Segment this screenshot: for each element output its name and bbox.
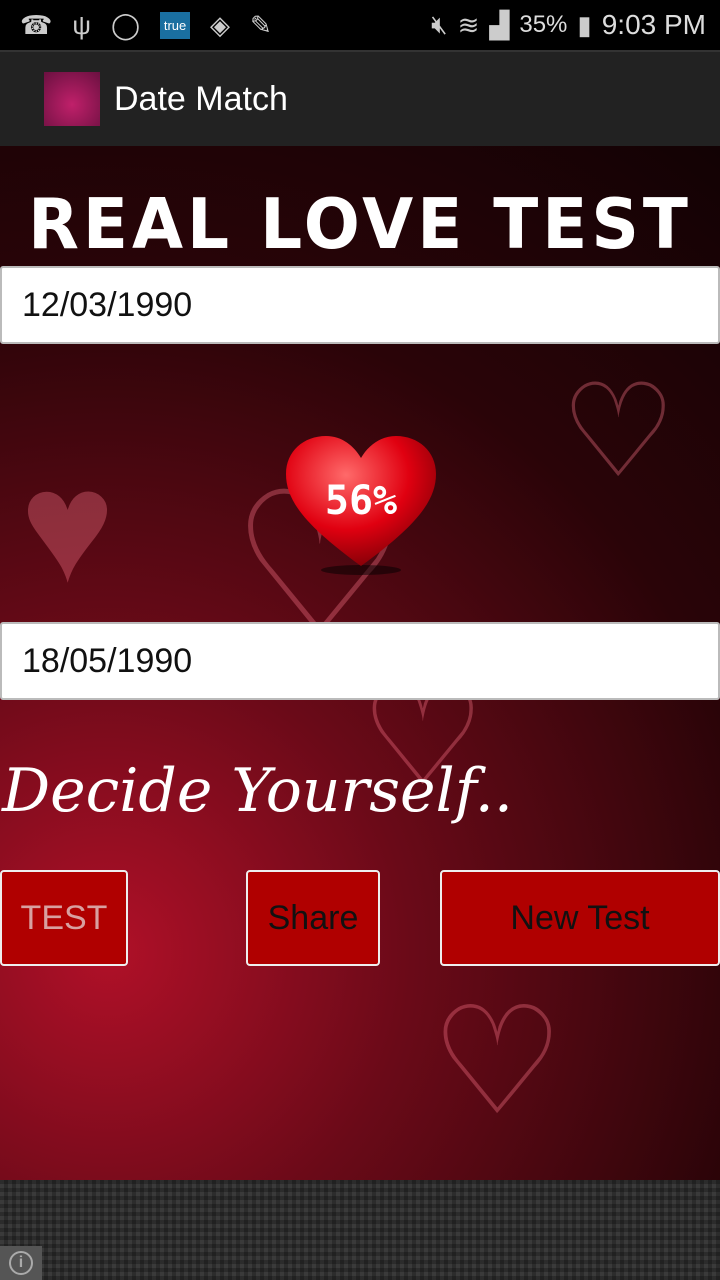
test-button[interactable]: TEST bbox=[0, 870, 128, 966]
result-heart: 56% bbox=[286, 436, 436, 576]
battery-level: 35% bbox=[519, 11, 568, 38]
clock: 9:03 PM bbox=[601, 9, 706, 40]
pencil-icon: ✎ bbox=[250, 9, 272, 40]
second-date-input[interactable]: 18/05/1990 bbox=[0, 622, 720, 700]
background-heart: ♡ bbox=[430, 977, 565, 1145]
ad-banner[interactable]: i bbox=[0, 1180, 720, 1280]
share-button[interactable]: Share bbox=[246, 870, 380, 966]
background-heart: ♡ bbox=[560, 358, 677, 504]
match-percentage: 56% bbox=[324, 478, 398, 524]
app-title: Date Match bbox=[114, 79, 288, 118]
mute-icon: 🔇︎ bbox=[431, 9, 448, 39]
first-date-input[interactable]: 12/03/1990 bbox=[0, 266, 720, 344]
page-title: REAL LOVE TEST bbox=[28, 184, 692, 265]
background-heart: ♥ bbox=[20, 436, 115, 615]
info-icon: i bbox=[9, 1251, 33, 1275]
info-button[interactable]: i bbox=[0, 1246, 42, 1280]
wifi-icon: ≋ bbox=[457, 9, 480, 40]
signal-icon: ▟ bbox=[489, 9, 510, 40]
action-bar: Date Match bbox=[0, 50, 720, 146]
app-logo bbox=[44, 72, 100, 126]
missed-call-icon: ☎ bbox=[20, 9, 53, 40]
main-content: ♥ ♡ ♡ ♡ ♡ REAL LOVE TEST 12/03/1990 56% … bbox=[0, 146, 720, 1180]
whatsapp-icon: ◯ bbox=[110, 9, 141, 40]
usb-icon: ψ bbox=[72, 9, 91, 40]
app-icon: ◈ bbox=[210, 9, 231, 40]
true-app-icon: true bbox=[160, 11, 191, 39]
status-bar: ☎ ψ ◯ true ◈ ✎ 🔇︎ ≋ ▟ 35% ▮ 9:03 PM bbox=[0, 0, 720, 50]
battery-charging-icon: ▮ bbox=[577, 9, 592, 40]
tagline: Decide Yourself.. bbox=[2, 756, 513, 826]
new-test-button[interactable]: New Test bbox=[440, 870, 720, 966]
